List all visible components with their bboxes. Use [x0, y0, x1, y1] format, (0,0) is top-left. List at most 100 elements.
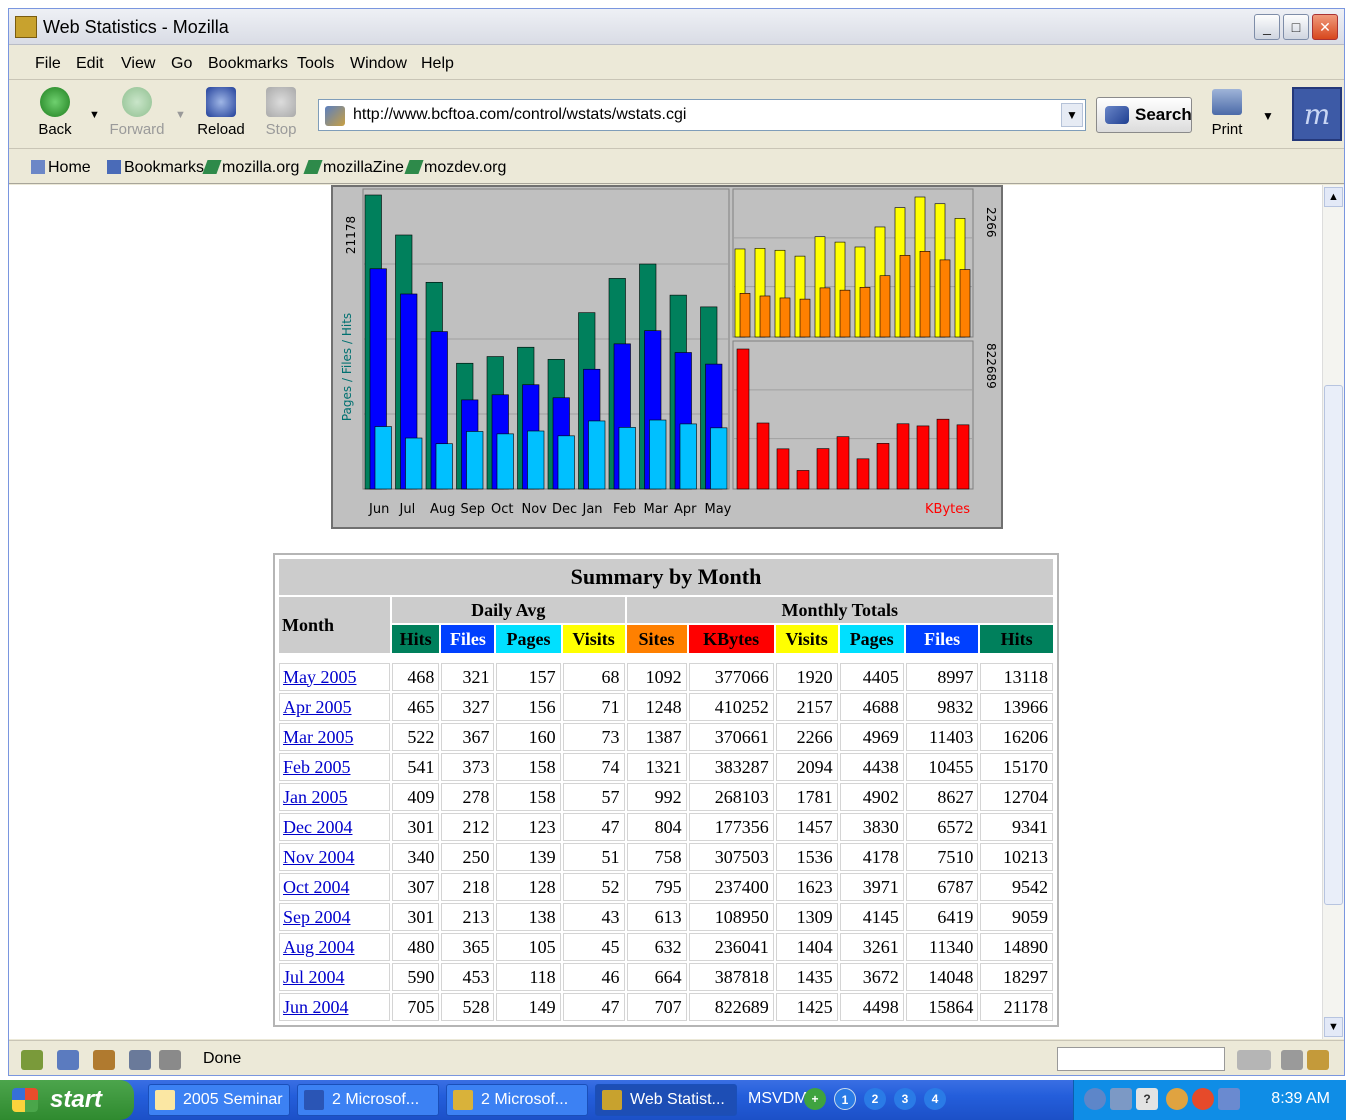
- menu-file[interactable]: File: [35, 55, 61, 73]
- vertical-scrollbar[interactable]: ▲ ▼: [1322, 185, 1344, 1039]
- search-button[interactable]: Search: [1096, 97, 1192, 133]
- scroll-up-icon[interactable]: ▲: [1324, 187, 1343, 207]
- menu-edit[interactable]: Edit: [76, 55, 104, 73]
- menu-view[interactable]: View: [121, 55, 155, 73]
- month-link[interactable]: Mar 2005: [283, 727, 354, 747]
- month-link[interactable]: Sep 2004: [283, 907, 351, 927]
- month-cell: May 2005: [279, 663, 390, 691]
- scroll-thumb[interactable]: [1324, 385, 1343, 905]
- bookmark-mozilla-org[interactable]: mozilla.org: [202, 159, 299, 177]
- scroll-down-icon[interactable]: ▼: [1324, 1017, 1343, 1037]
- month-link[interactable]: Jan 2005: [283, 787, 348, 807]
- antivirus-icon[interactable]: [1192, 1088, 1214, 1110]
- print-button[interactable]: Print: [1205, 87, 1249, 145]
- tablet-icon[interactable]: [1110, 1088, 1132, 1110]
- print-dropdown-icon[interactable]: ▼: [1262, 109, 1274, 123]
- summary-table-container: Summary by Month Month Daily Avg Monthly…: [273, 553, 1059, 1027]
- menu-window[interactable]: Window: [350, 55, 407, 73]
- network-icon[interactable]: [1166, 1088, 1188, 1110]
- bookmark-home[interactable]: Home: [31, 159, 91, 177]
- month-link[interactable]: May 2005: [283, 667, 357, 687]
- back-arrow-icon: [40, 87, 70, 117]
- desktop-2-button[interactable]: 2: [864, 1088, 886, 1110]
- menu-tools[interactable]: Tools: [297, 55, 334, 73]
- bookmark-mozillazine[interactable]: mozillaZine: [303, 159, 404, 177]
- reload-button[interactable]: Reload: [191, 85, 251, 143]
- task-2005-seminar[interactable]: 2005 Seminar: [148, 1084, 290, 1116]
- online-status-icon[interactable]: [1237, 1050, 1271, 1070]
- address-book-icon[interactable]: [129, 1050, 151, 1070]
- x-tick-label: Apr: [674, 502, 697, 517]
- month-link[interactable]: Aug 2004: [283, 937, 355, 957]
- table-row: Jun 2004 705 528 149 47 707 822689 1425 4498 1586…: [279, 993, 1053, 1021]
- menu-bookmarks[interactable]: Bookmarks: [208, 55, 288, 73]
- url-input[interactable]: [351, 104, 1051, 126]
- printer-icon: [1212, 89, 1242, 115]
- value-cell: 387818: [688, 963, 774, 991]
- value-cell: 3672: [839, 963, 904, 991]
- task-microsoft-other[interactable]: 2 Microsof...: [446, 1084, 588, 1116]
- desktop-4-button[interactable]: 4: [924, 1088, 946, 1110]
- bar-pages: [649, 419, 667, 490]
- bookmark-bookmarks[interactable]: Bookmarks: [107, 159, 204, 177]
- month-link[interactable]: Dec 2004: [283, 817, 352, 837]
- value-cell: 73: [562, 723, 625, 751]
- bar-sites: [819, 287, 831, 338]
- forward-button[interactable]: Forward: [107, 85, 167, 143]
- value-cell: 8627: [905, 783, 979, 811]
- status-bar: Done: [9, 1040, 1344, 1077]
- kbytes-max-label: 822689: [984, 343, 998, 389]
- bookmark-link-icon: [202, 160, 222, 174]
- start-button[interactable]: start: [0, 1080, 134, 1120]
- menu-help[interactable]: Help: [421, 55, 454, 73]
- bookmark-mozdev-org[interactable]: mozdev.org: [404, 159, 506, 177]
- popup-blocker-icon[interactable]: [1281, 1050, 1303, 1070]
- table-row: Feb 2005 541 373 158 74 1321 383287 2094 4438 104…: [279, 753, 1053, 781]
- month-link[interactable]: Jul 2004: [283, 967, 345, 987]
- back-dropdown-icon[interactable]: ▼: [89, 109, 100, 121]
- month-link[interactable]: Nov 2004: [283, 847, 355, 867]
- stop-button[interactable]: Stop: [251, 85, 311, 143]
- value-cell: 4969: [839, 723, 904, 751]
- help-icon[interactable]: ?: [1136, 1088, 1158, 1110]
- value-cell: 1623: [775, 873, 838, 901]
- month-link[interactable]: Feb 2005: [283, 757, 351, 777]
- window-title: Web Statistics - Mozilla: [43, 17, 229, 37]
- pen-icon[interactable]: [1084, 1088, 1106, 1110]
- desktop-1-button[interactable]: 1: [834, 1088, 856, 1110]
- forward-dropdown-icon[interactable]: ▼: [175, 109, 186, 121]
- daily-avg-header: Daily Avg: [391, 597, 625, 623]
- composer-icon[interactable]: [93, 1050, 115, 1070]
- task-web-statistics[interactable]: Web Statist...: [595, 1084, 737, 1116]
- menu-go[interactable]: Go: [171, 55, 192, 73]
- back-button[interactable]: Back: [25, 85, 85, 143]
- close-button[interactable]: ✕: [1312, 14, 1338, 40]
- desktop-3-button[interactable]: 3: [894, 1088, 916, 1110]
- value-cell: 156: [496, 693, 561, 721]
- chatzilla-icon[interactable]: [159, 1050, 181, 1070]
- value-cell: 307503: [688, 843, 774, 871]
- mozilla-throbber-logo: m: [1292, 87, 1342, 141]
- virtual-desktop-add-icon[interactable]: +: [804, 1088, 826, 1110]
- value-cell: 9542: [980, 873, 1053, 901]
- table-row: Oct 2004 307 218 128 52 795 237400 1623 3971 6787…: [279, 873, 1053, 901]
- value-cell: 3830: [839, 813, 904, 841]
- address-bar[interactable]: ▼: [318, 99, 1086, 131]
- month-link[interactable]: Jun 2004: [283, 997, 349, 1017]
- value-cell: 1387: [626, 723, 687, 751]
- minimize-button[interactable]: _: [1254, 14, 1280, 40]
- month-link[interactable]: Apr 2005: [283, 697, 352, 717]
- url-history-dropdown-icon[interactable]: ▼: [1061, 103, 1083, 127]
- month-link[interactable]: Oct 2004: [283, 877, 350, 897]
- display-icon[interactable]: [1218, 1088, 1240, 1110]
- value-cell: 13966: [980, 693, 1053, 721]
- task-microsoft-word[interactable]: 2 Microsof...: [297, 1084, 439, 1116]
- navigator-icon[interactable]: [21, 1050, 43, 1070]
- maximize-button[interactable]: □: [1283, 14, 1309, 40]
- x-tick-label: Feb: [613, 502, 636, 517]
- value-cell: 383287: [688, 753, 774, 781]
- mail-icon[interactable]: [57, 1050, 79, 1070]
- word-icon: [304, 1090, 324, 1110]
- security-lock-icon[interactable]: [1307, 1050, 1329, 1070]
- column-header-visits: Visits: [775, 625, 838, 653]
